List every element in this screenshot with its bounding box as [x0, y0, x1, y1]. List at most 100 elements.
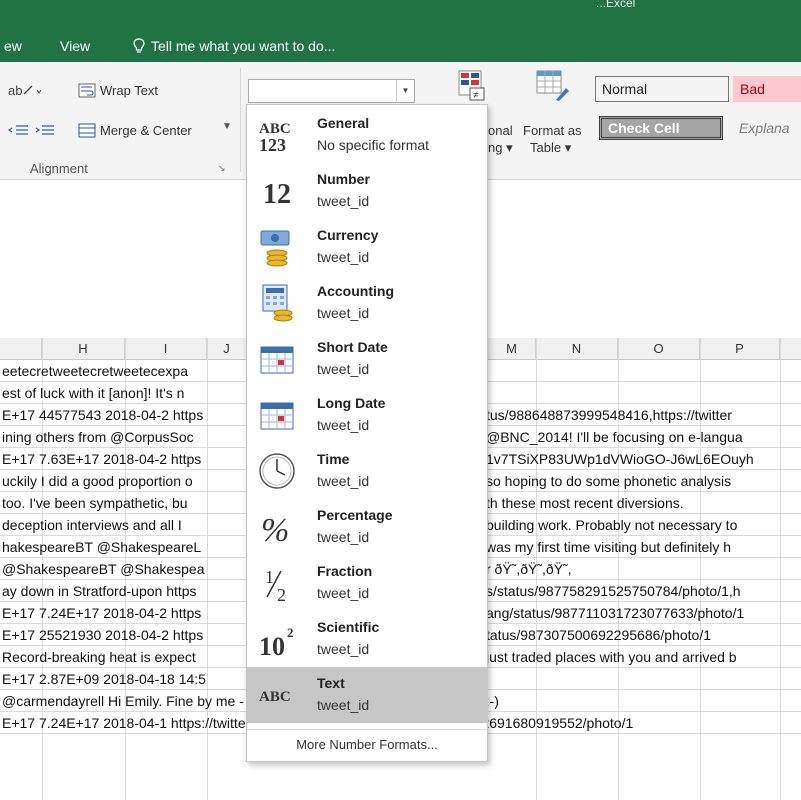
window-title: ...Excel	[596, 0, 636, 10]
conditional-formatting-label-1[interactable]: onal	[488, 123, 513, 138]
tell-me-text: Tell me what you want to do...	[151, 38, 336, 54]
row-cell-right: just traded places with you and arrived …	[486, 649, 737, 665]
format-option-time[interactable]: Time tweet_id	[247, 443, 487, 499]
column-header-g-partial[interactable]	[0, 338, 42, 360]
format-option-percentage[interactable]: % Percentage tweet_id	[247, 499, 487, 555]
tell-me-box[interactable]: Tell me what you want to do...	[133, 38, 335, 54]
conditional-formatting-label-2[interactable]: ng ▾	[488, 140, 513, 156]
row-cell-left: Record-breaking heat is expect	[2, 649, 196, 665]
style-bad[interactable]: Bad	[733, 76, 801, 102]
title-bar: ...Excel	[0, 0, 801, 30]
row-cell-left: hakespeareBT @ShakespeareL	[2, 539, 202, 555]
orientation-icon[interactable]: ab	[8, 82, 42, 98]
format-option-sample: tweet_id	[317, 417, 370, 433]
number-format-combo[interactable]: ▼	[248, 79, 415, 103]
dialog-launcher-icon[interactable]: ↘	[218, 163, 226, 174]
style-explanatory-label: Explana	[739, 120, 790, 136]
merge-center-button[interactable]: Merge & Center	[100, 123, 192, 138]
row-cell-right: tatus/987307500692295686/photo/1	[486, 627, 711, 643]
wrap-text-icon[interactable]	[78, 83, 96, 98]
row-cell-right: s/status/987758291525750784/photo/1,h	[486, 583, 741, 599]
text-abc-icon: ABC	[259, 689, 291, 705]
merge-center-icon[interactable]	[78, 123, 96, 138]
format-option-sample: tweet_id	[317, 529, 370, 545]
tab-view[interactable]: View	[60, 38, 90, 54]
more-number-formats-link[interactable]: More Number Formats...	[247, 729, 487, 759]
menu-bar: ew View Tell me what you want to do...	[0, 30, 801, 62]
format-option-sample: tweet_id	[317, 305, 370, 321]
style-bad-label: Bad	[740, 81, 765, 97]
format-option-scientific[interactable]: 10 2 Scientific tweet_id	[247, 611, 487, 667]
wrap-text-button[interactable]: Wrap Text	[100, 83, 158, 98]
format-option-name: Fraction	[317, 563, 373, 579]
format-option-number[interactable]: 12 Number tweet_id	[247, 163, 487, 219]
svg-text:123: 123	[259, 135, 286, 155]
row-cell-right: th these most recent diversions.	[486, 495, 684, 511]
short-date-icon	[260, 346, 294, 374]
format-option-accounting[interactable]: Accounting tweet_id	[247, 275, 487, 331]
indent-icons[interactable]	[8, 123, 60, 139]
row-cell-right: tus/988648873999548416,https://twitter	[486, 407, 732, 423]
column-header-o[interactable]: O	[618, 338, 700, 360]
format-option-sample: tweet_id	[317, 473, 370, 489]
style-normal-label: Normal	[602, 81, 648, 97]
clock-icon	[259, 453, 295, 489]
row-cell-left: E+17 7.24E+17 2018-04-2 https	[2, 605, 202, 621]
format-option-fraction[interactable]: 1 2 Fraction tweet_id	[247, 555, 487, 611]
combo-dropdown-arrow-icon[interactable]: ▼	[396, 80, 414, 102]
format-option-name: Accounting	[317, 283, 394, 299]
format-option-name: Currency	[317, 227, 379, 243]
column-header-m[interactable]: M	[488, 338, 536, 360]
column-header-j[interactable]: J	[207, 338, 247, 360]
svg-text:2: 2	[277, 585, 286, 605]
format-as-table-icon[interactable]	[536, 70, 570, 102]
svg-text:1: 1	[265, 567, 274, 587]
column-header-q-partial[interactable]	[780, 338, 801, 360]
row-cell-right: 1v7TSiXP83UWp1dVWioGO-J6wL6EOuyh	[486, 451, 754, 467]
format-option-sample: No specific format	[317, 137, 430, 153]
row-cell-left: uckily I did a good proportion o	[2, 473, 193, 489]
row-cell-left: too. I've been sympathetic, bu	[2, 495, 188, 511]
style-normal[interactable]: Normal	[595, 76, 729, 102]
style-explanatory[interactable]: Explana	[733, 116, 801, 142]
row-cell-left: E+17 44577543 2018-04-2 https	[2, 407, 204, 423]
format-option-name: Percentage	[317, 507, 393, 523]
row-cell-left: E+17 7.63E+17 2018-04-2 https	[2, 451, 202, 467]
format-option-short-date[interactable]: Short Date tweet_id	[247, 331, 487, 387]
long-date-icon	[260, 402, 294, 430]
format-option-currency[interactable]: Currency tweet_id	[247, 219, 487, 275]
row-cell-right: was my first time visiting but definitel…	[486, 539, 732, 555]
svg-text:2: 2	[287, 625, 294, 640]
column-header-i[interactable]: I	[125, 338, 207, 360]
row-cell-left: ay down in Stratford-upon https	[2, 583, 197, 599]
currency-icon	[260, 230, 290, 267]
format-option-sample: tweet_id	[317, 585, 370, 601]
format-option-sample: tweet_id	[317, 193, 370, 209]
column-header-n[interactable]: N	[536, 338, 618, 360]
svg-text:≠: ≠	[473, 90, 479, 101]
svg-text:10: 10	[259, 632, 285, 661]
format-option-long-date[interactable]: Long Date tweet_id	[247, 387, 487, 443]
conditional-formatting-icon[interactable]: ≠	[458, 70, 486, 102]
merge-dropdown-chevron-icon[interactable]: ▼	[222, 121, 232, 132]
format-option-name: General	[317, 115, 370, 131]
tab-review-partial[interactable]: ew	[4, 38, 22, 54]
number-12-icon: 12	[263, 179, 291, 210]
row-cell-left: est of luck with it [anon]! It's n	[2, 385, 185, 401]
row-cell-left: ining others from @CorpusSoc	[2, 429, 194, 445]
svg-text:ab: ab	[8, 83, 22, 98]
scientific-icon: 10 2	[259, 625, 294, 661]
style-check-cell-label: Check Cell	[608, 120, 680, 136]
row-cell-left: deception interviews and all I	[2, 517, 182, 533]
format-option-text[interactable]: ABC Text tweet_id	[247, 667, 487, 723]
style-check-cell[interactable]: Check Cell	[599, 116, 723, 140]
general-abc123-icon: ABC 123	[259, 121, 291, 155]
column-header-h[interactable]: H	[42, 338, 125, 360]
format-option-general[interactable]: ABC 123 General No specific format	[247, 107, 487, 163]
format-option-sample: tweet_id	[317, 641, 370, 657]
lightbulb-icon	[133, 38, 145, 53]
format-as-table-label-1[interactable]: Format as	[523, 123, 582, 138]
column-header-p[interactable]: P	[700, 338, 780, 360]
fraction-icon: 1 2	[265, 567, 286, 605]
format-as-table-label-2[interactable]: Table ▾	[530, 140, 571, 156]
